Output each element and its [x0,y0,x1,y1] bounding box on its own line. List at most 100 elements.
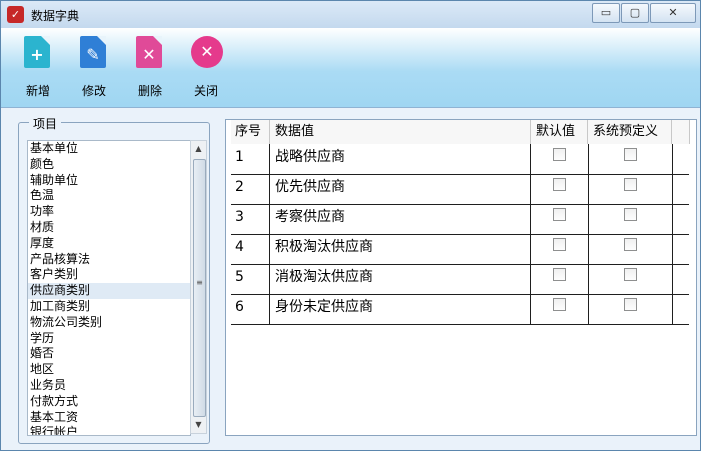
row-number: 4 [231,234,270,264]
close-window-button[interactable]: ✕ [650,3,696,23]
row-value[interactable]: 身份未定供应商 [270,294,531,324]
row-number: 1 [231,144,270,174]
edit-document-icon: ✎ [80,36,106,68]
list-item[interactable]: 基本工资 [28,410,190,426]
list-item[interactable]: 基本单位 [28,141,190,157]
list-item[interactable]: 辅助单位 [28,173,190,189]
table-row[interactable]: 6 身份未定供应商 [231,294,689,325]
scroll-grip-icon: ≡ [196,278,203,287]
maximize-button[interactable]: ▢ [621,3,649,23]
close-circle-icon: ✕ [191,36,223,68]
default-cell [531,234,589,264]
add-document-icon: + [24,36,50,68]
blank-cell [672,204,689,234]
table-row[interactable]: 2 优先供应商 [231,174,689,205]
row-value[interactable]: 积极淘汰供应商 [270,234,531,264]
column-header-default[interactable]: 默认值 [531,120,588,144]
default-cell [531,204,589,234]
list-item[interactable]: 加工商类别 [28,299,190,315]
add-button-label: 新增 [25,84,50,98]
list-item[interactable]: 银行帐户 [28,425,190,435]
table-row[interactable]: 5 消极淘汰供应商 [231,264,689,295]
system-cell [588,264,673,294]
add-button[interactable]: + 新增 [13,36,63,99]
list-item[interactable]: 材质 [28,220,190,236]
list-item[interactable]: 婚否 [28,346,190,362]
system-cell [588,294,673,324]
default-checkbox[interactable] [553,238,566,251]
list-item[interactable]: 学历 [28,331,190,347]
blank-cell [672,264,689,294]
toolbar: + 新增 ✎ 修改 ✕ 删除 ✕ 关闭 [1,28,700,108]
row-value[interactable]: 优先供应商 [270,174,531,204]
list-item[interactable]: 物流公司类别 [28,315,190,331]
system-cell [588,144,673,174]
list-item[interactable]: 付款方式 [28,394,190,410]
items-list[interactable]: 基本单位 颜色 辅助单位 色温 功率 材质 厚度 产品核算法 客户类别 供应商类别 加工商类别 物流公… [27,140,191,436]
row-value[interactable]: 考察供应商 [270,204,531,234]
list-item[interactable]: 地区 [28,362,190,378]
list-item[interactable]: 功率 [28,204,190,220]
app-logo-icon: ✓ [7,6,24,23]
system-cell [588,234,673,264]
delete-button[interactable]: ✕ 删除 [125,36,175,99]
default-checkbox[interactable] [553,148,566,161]
items-list-scrollbar[interactable]: ▲ ≡ ▼ [190,140,207,434]
close-button[interactable]: ✕ 关闭 [181,36,231,99]
default-checkbox[interactable] [553,178,566,191]
table-row[interactable]: 1 战略供应商 [231,144,689,175]
grid-header-row: 序号 数据值 默认值 系统预定义 [231,120,690,144]
system-checkbox[interactable] [624,178,637,191]
default-checkbox[interactable] [553,298,566,311]
table-row[interactable]: 3 考察供应商 [231,204,689,235]
system-checkbox[interactable] [624,208,637,221]
list-item[interactable]: 厚度 [28,236,190,252]
default-cell [531,264,589,294]
list-item[interactable]: 产品核算法 [28,252,190,268]
list-item[interactable]: 业务员 [28,378,190,394]
list-item[interactable]: 颜色 [28,157,190,173]
list-item[interactable]: 色温 [28,188,190,204]
scroll-up-arrow-icon[interactable]: ▲ [191,141,206,157]
edit-button[interactable]: ✎ 修改 [69,36,119,99]
blank-cell [672,174,689,204]
delete-document-icon: ✕ [136,36,162,68]
blank-cell [672,234,689,264]
row-number: 2 [231,174,270,204]
list-item[interactable]: 客户类别 [28,267,190,283]
delete-button-label: 删除 [137,84,162,98]
column-header-value[interactable]: 数据值 [270,120,531,144]
row-number: 6 [231,294,270,324]
system-checkbox[interactable] [624,238,637,251]
column-header-system[interactable]: 系统预定义 [588,120,672,144]
row-number: 5 [231,264,270,294]
column-header-no[interactable]: 序号 [231,120,270,144]
default-cell [531,174,589,204]
system-checkbox[interactable] [624,298,637,311]
row-value[interactable]: 战略供应商 [270,144,531,174]
system-checkbox[interactable] [624,148,637,161]
close-button-label: 关闭 [193,84,218,98]
data-grid: 序号 数据值 默认值 系统预定义 1 战略供应商 2 优先供应商 3 考察供应商 4 积极淘汰… [231,120,690,328]
blank-cell [672,294,689,324]
scroll-thumb[interactable]: ≡ [193,159,206,417]
row-number: 3 [231,204,270,234]
default-cell [531,294,589,324]
minimize-button[interactable]: ▭ [592,3,620,23]
system-cell [588,174,673,204]
table-row[interactable]: 4 积极淘汰供应商 [231,234,689,265]
column-header-blank [672,120,690,144]
edit-button-label: 修改 [81,84,106,98]
data-dictionary-window: ✓ 数据字典 ▭ ▢ ✕ + 新增 ✎ 修改 ✕ 删除 ✕ 关闭 项目 基本单位… [0,0,701,451]
system-checkbox[interactable] [624,268,637,281]
blank-cell [672,144,689,174]
row-value[interactable]: 消极淘汰供应商 [270,264,531,294]
list-item[interactable]: 供应商类别 [28,283,190,299]
default-cell [531,144,589,174]
items-groupbox-title: 项目 [29,115,62,132]
data-grid-panel: 序号 数据值 默认值 系统预定义 1 战略供应商 2 优先供应商 3 考察供应商 4 积极淘汰… [225,119,697,436]
scroll-down-arrow-icon[interactable]: ▼ [191,417,206,433]
default-checkbox[interactable] [553,268,566,281]
items-groupbox: 项目 基本单位 颜色 辅助单位 色温 功率 材质 厚度 产品核算法 客户类别 供应商类别 加工商类别… [18,115,210,444]
default-checkbox[interactable] [553,208,566,221]
